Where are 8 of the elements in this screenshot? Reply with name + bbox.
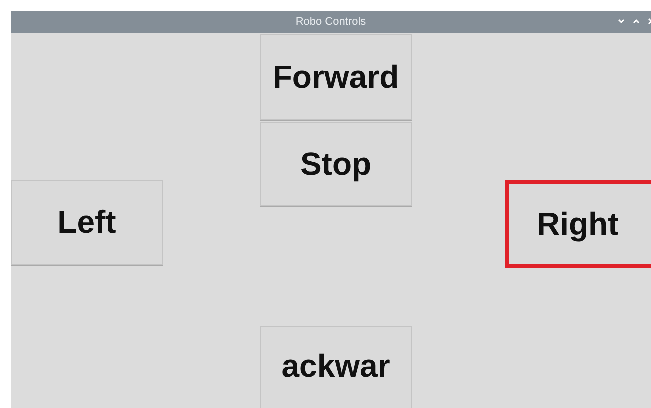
window-title: Robo Controls [296,16,366,28]
minimize-icon[interactable] [618,19,625,24]
maximize-icon[interactable] [633,19,640,24]
stop-button[interactable]: Stop [260,122,412,206]
forward-button[interactable]: Forward [260,34,412,120]
backward-button[interactable]: ackwar [260,326,412,408]
right-button[interactable]: Right [505,180,651,268]
left-button[interactable]: Left [11,180,163,265]
